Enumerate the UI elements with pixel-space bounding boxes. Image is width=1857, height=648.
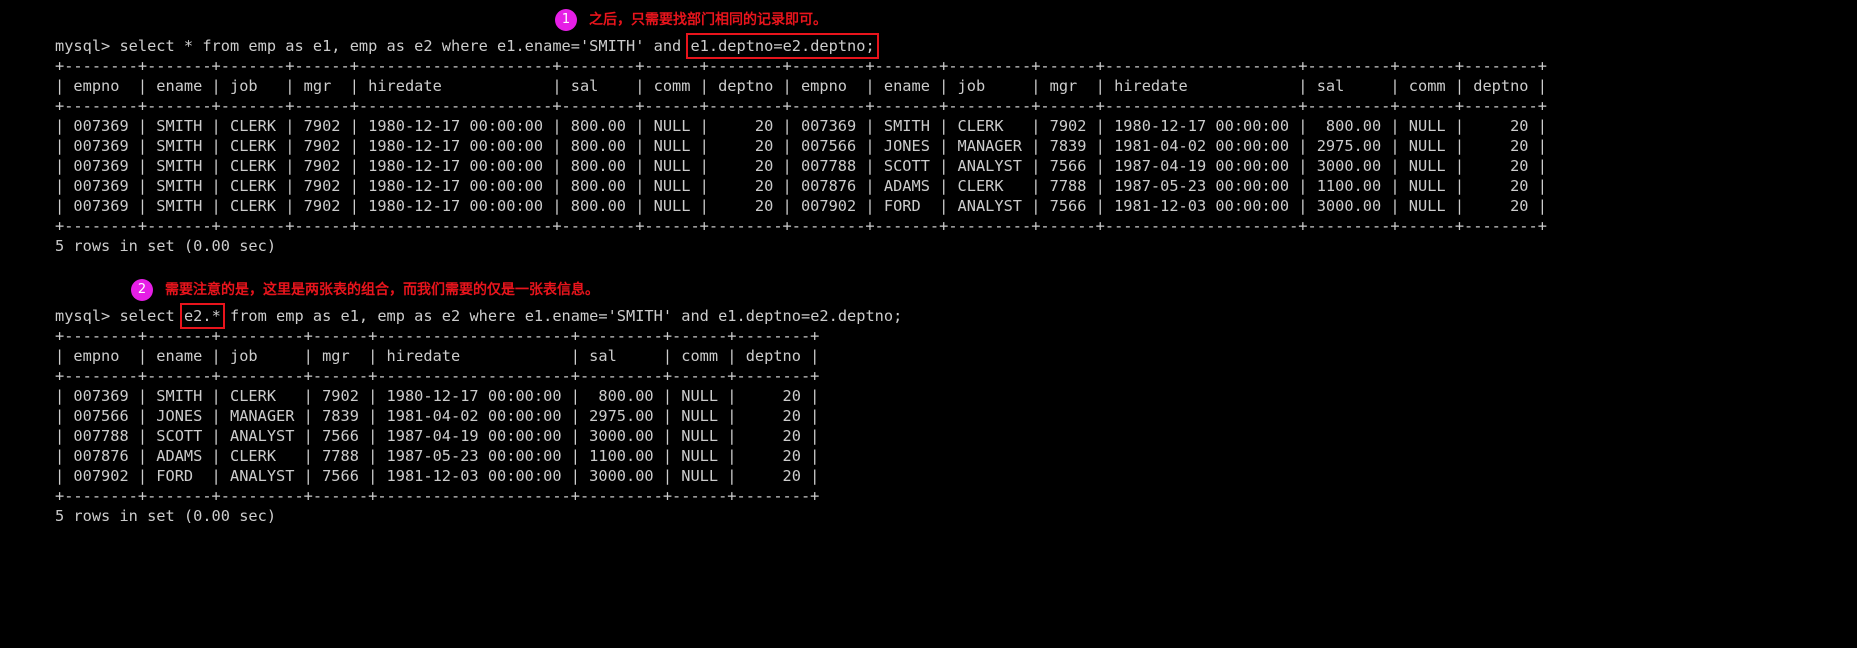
- table-row: | 007566 | JONES | MANAGER | 7839 | 1981…: [55, 407, 820, 425]
- table-row: | 007369 | SMITH | CLERK | 7902 | 1980-1…: [55, 177, 1547, 195]
- table-row: | 007369 | SMITH | CLERK | 7902 | 1980-1…: [55, 387, 820, 405]
- table-border: +--------+-------+---------+------+-----…: [55, 487, 820, 505]
- query-1-text: mysql> select * from emp as e1, emp as e…: [55, 37, 691, 55]
- table-border: +--------+-------+---------+------+-----…: [55, 327, 820, 345]
- table-border: +--------+-------+---------+------+-----…: [55, 367, 820, 385]
- table-row: | 007369 | SMITH | CLERK | 7902 | 1980-1…: [55, 157, 1547, 175]
- highlight-box-2: e2.*: [179, 303, 225, 329]
- table-row: | 007369 | SMITH | CLERK | 7902 | 1980-1…: [55, 197, 1547, 215]
- query-2-text: mysql> select: [55, 307, 184, 325]
- query-line-2: mysql> select e2.* from emp as e1, emp a…: [55, 303, 903, 329]
- table-row: | 007902 | FORD | ANALYST | 7566 | 1981-…: [55, 467, 820, 485]
- highlight-box-1: e1.deptno=e2.deptno;: [686, 33, 879, 59]
- query-line-1: mysql> select * from emp as e1, emp as e…: [55, 33, 879, 59]
- annotation-2-text: 需要注意的是，这里是两张表的组合，而我们需要的仅是一张表信息。: [165, 282, 599, 298]
- step-badge-1: 1: [555, 9, 577, 31]
- result-summary: 5 rows in set (0.00 sec): [55, 237, 277, 255]
- table-border: +--------+-------+-------+------+-------…: [55, 97, 1547, 115]
- table-row: | 007369 | SMITH | CLERK | 7902 | 1980-1…: [55, 137, 1547, 155]
- table-row: | 007369 | SMITH | CLERK | 7902 | 1980-1…: [55, 117, 1547, 135]
- table-row: | 007876 | ADAMS | CLERK | 7788 | 1987-0…: [55, 447, 820, 465]
- result-summary: 5 rows in set (0.00 sec): [55, 507, 277, 525]
- annotation-1-text: 之后，只需要找部门相同的记录即可。: [589, 12, 827, 28]
- annotation-2: 2 需要注意的是，这里是两张表的组合，而我们需要的仅是一张表信息。: [131, 278, 599, 302]
- step-badge-2: 2: [131, 279, 153, 301]
- table-header-row: | empno | ename | job | mgr | hiredate |…: [55, 347, 820, 365]
- table-row: | 007788 | SCOTT | ANALYST | 7566 | 1987…: [55, 427, 820, 445]
- query-2-suffix: from emp as e1, emp as e2 where e1.ename…: [220, 307, 903, 325]
- table-border: +--------+-------+-------+------+-------…: [55, 217, 1547, 235]
- table-border: +--------+-------+-------+------+-------…: [55, 57, 1547, 75]
- table-header-row: | empno | ename | job | mgr | hiredate |…: [55, 77, 1547, 95]
- annotation-1: 1 之后，只需要找部门相同的记录即可。: [555, 8, 827, 32]
